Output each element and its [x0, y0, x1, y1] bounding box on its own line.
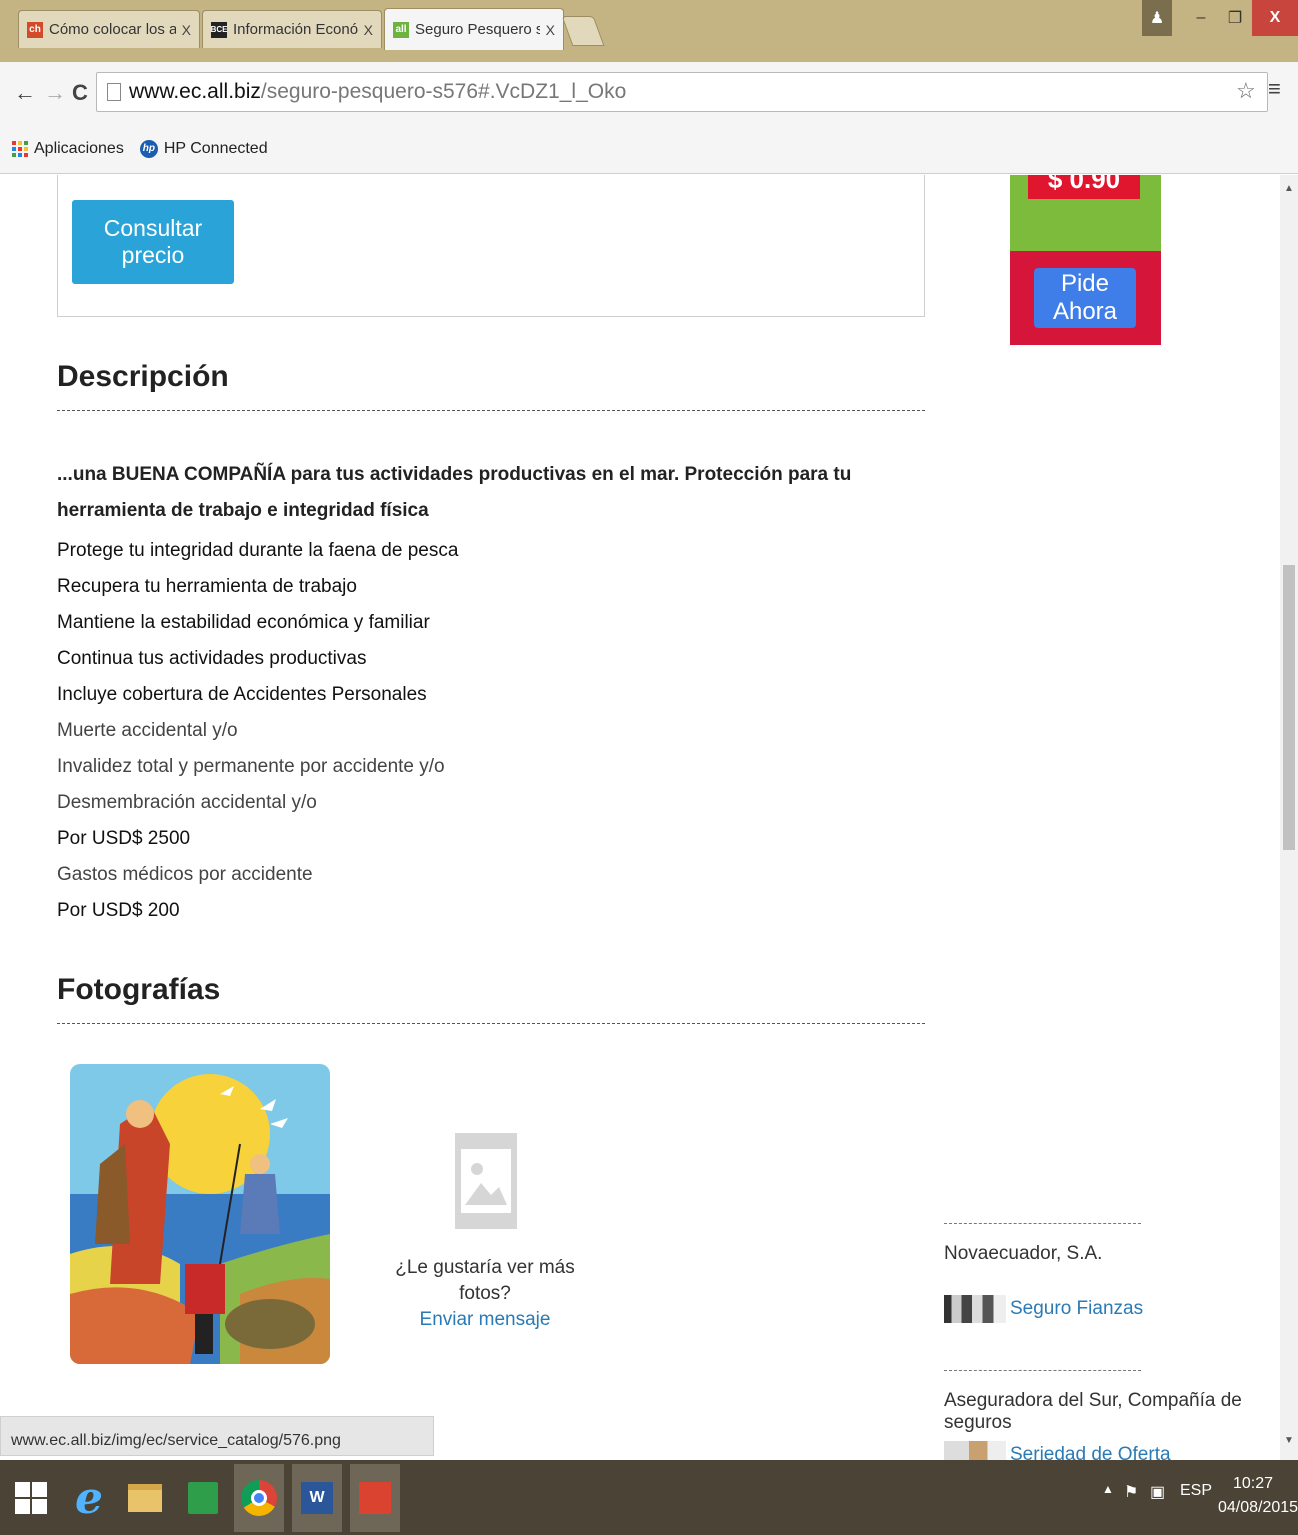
bookmark-star-icon[interactable]: ☆ [1236, 78, 1256, 104]
bookmark-aplicaciones[interactable]: Aplicaciones [12, 140, 124, 158]
tab-seguro-pesquero[interactable]: all Seguro Pesquero solicitar X [384, 8, 564, 50]
maximize-icon[interactable]: ❐ [1218, 0, 1252, 36]
file-explorer-icon[interactable] [120, 1464, 170, 1532]
scroll-thumb[interactable] [1283, 565, 1295, 850]
clock-time: 10:27 [1232, 1475, 1274, 1492]
sidebar-divider [944, 1223, 1141, 1224]
description-item: Incluye cobertura de Accidentes Personal… [57, 684, 427, 705]
description-item: Recupera tu herramienta de trabajo [57, 576, 357, 597]
chrome-icon[interactable] [234, 1464, 284, 1532]
description-item: Desmembración accidental y/o [57, 792, 317, 813]
back-arrow-icon[interactable]: ← [14, 80, 36, 106]
tab-title: Cómo colocar los anexos [49, 21, 176, 38]
description-title: Descripción [57, 360, 229, 393]
acrobat-icon[interactable] [350, 1464, 400, 1532]
photos-title: Fotografías [57, 973, 221, 1006]
description-item: Protege tu integridad durante la faena d… [57, 540, 459, 561]
service-thumbnail [944, 1441, 1006, 1460]
tab-title: Seguro Pesquero solicitar [415, 21, 540, 38]
fishermen-photo[interactable] [70, 1064, 330, 1364]
scroll-up-arrow-icon[interactable]: ▲ [1280, 183, 1298, 194]
tab-close-icon[interactable]: X [546, 22, 555, 38]
status-url-bubble: www.ec.all.biz/img/ec/service_catalog/57… [0, 1416, 434, 1456]
sidebar-company-name[interactable]: Aseguradora del Sur, Compañía de seguros [944, 1390, 1280, 1434]
address-bar[interactable]: www.ec.all.biz/seguro-pesquero-s576#.VcD… [96, 72, 1268, 112]
forward-arrow-icon[interactable]: → [44, 80, 66, 106]
description-item: Continua tus actividades productivas [57, 648, 367, 669]
close-window-button[interactable]: X [1252, 0, 1298, 36]
tab-close-icon[interactable]: X [182, 22, 191, 38]
network-icon[interactable]: ▣ [1150, 1482, 1165, 1502]
bookmarks-bar: Aplicaciones hp HP Connected [0, 124, 1298, 174]
price-box: Consultar precio [57, 175, 925, 317]
clock-date: 04/08/2015 [1218, 1499, 1298, 1516]
bookmark-hp-connected[interactable]: hp HP Connected [139, 139, 268, 158]
pide-ahora-button[interactable]: Pide Ahora [1034, 268, 1136, 328]
ad-banner[interactable]: $ 0.90 Pide Ahora [1010, 175, 1161, 345]
description-item: Muerte accidental y/o [57, 720, 238, 741]
reload-icon[interactable]: C [72, 80, 88, 106]
description-body: ...una BUENA COMPAÑÍA para tus actividad… [57, 457, 957, 929]
page-scrollbar[interactable]: ▲ ▼ [1280, 175, 1298, 1460]
show-hidden-icons-icon[interactable]: ▲ [1102, 1482, 1114, 1496]
store-icon[interactable] [178, 1464, 228, 1532]
description-divider [57, 410, 925, 411]
description-item: Mantiene la estabilidad económica y fami… [57, 612, 430, 633]
description-lead: ...una BUENA COMPAÑÍA para tus actividad… [57, 464, 852, 521]
url-path: /seguro-pesquero-s576#.VcDZ1_l_Oko [260, 80, 627, 103]
description-item: Gastos médicos por accidente [57, 864, 313, 885]
tab-close-icon[interactable]: X [364, 22, 373, 38]
window-controls: ♟ – ❐ X [1142, 0, 1298, 36]
tab-informacion-economica[interactable]: BCE Información Económica X [202, 10, 382, 48]
bookmark-label: Aplicaciones [34, 139, 124, 157]
tab-title: Información Económica [233, 21, 358, 38]
url-host: www.ec.all.biz [129, 80, 261, 103]
service-link-label: Seguro Fianzas [1010, 1298, 1144, 1319]
hp-logo-icon: hp [139, 139, 158, 158]
consult-price-button[interactable]: Consultar precio [72, 200, 234, 284]
internet-explorer-icon[interactable]: e [64, 1464, 114, 1532]
service-thumbnail [944, 1295, 1006, 1323]
language-indicator[interactable]: ESP [1180, 1482, 1212, 1500]
send-message-link[interactable]: Enviar mensaje [380, 1307, 590, 1333]
allbiz-favicon-icon: all [393, 21, 409, 38]
ch-favicon-icon: ch [27, 21, 43, 38]
scroll-down-arrow-icon[interactable]: ▼ [1280, 1435, 1298, 1446]
new-tab-button[interactable] [561, 16, 605, 46]
photo-placeholder-icon [455, 1133, 517, 1229]
browser-toolbar: ← → C www.ec.all.biz/seguro-pesquero-s57… [0, 62, 1298, 124]
tab-como-colocar[interactable]: ch Cómo colocar los anexos X [18, 10, 200, 48]
windows-logo-icon [15, 1482, 47, 1514]
user-profile-icon[interactable]: ♟ [1142, 0, 1172, 36]
page-content: Consultar precio $ 0.90 Pide Ahora Descr… [0, 175, 1280, 1460]
chrome-menu-icon[interactable]: ≡ [1268, 76, 1281, 102]
page-icon [107, 83, 121, 101]
browser-titlebar: ch Cómo colocar los anexos X BCE Informa… [0, 0, 1298, 62]
system-clock[interactable]: 10:27 04/08/2015 [1218, 1472, 1298, 1520]
description-item: Por USD$ 2500 [57, 828, 191, 849]
description-item: Invalidez total y permanente por acciden… [57, 756, 445, 777]
ad-green-panel: $ 0.90 [1010, 175, 1161, 251]
photos-divider [57, 1023, 925, 1024]
service-link-label: Seriedad de Oferta [1010, 1444, 1171, 1460]
windows-taskbar: e W ▲ ⚑ ▣ ESP 10:27 04/08/2015 [0, 1460, 1298, 1535]
minimize-icon[interactable]: – [1184, 0, 1218, 36]
ad-price: $ 0.90 [1028, 175, 1140, 199]
sidebar-company-name[interactable]: Novaecuador, S.A. [944, 1243, 1102, 1265]
apps-grid-icon [12, 140, 28, 157]
fishermen-illustration [70, 1064, 330, 1364]
bookmark-label: HP Connected [163, 139, 268, 157]
start-button[interactable] [6, 1464, 56, 1532]
description-item: Por USD$ 200 [57, 900, 180, 921]
action-center-flag-icon[interactable]: ⚑ [1124, 1482, 1138, 1502]
bce-favicon-icon: BCE [211, 21, 227, 38]
sidebar-divider [944, 1370, 1141, 1371]
sidebar-service-link[interactable]: Seriedad de Oferta [944, 1441, 1171, 1460]
sidebar-service-link[interactable]: Seguro Fianzas [944, 1295, 1143, 1323]
word-icon[interactable]: W [292, 1464, 342, 1532]
more-photos-question: ¿Le gustaría ver más fotos? [395, 1257, 575, 1304]
more-photos: ¿Le gustaría ver más fotos? Enviar mensa… [380, 1255, 590, 1333]
